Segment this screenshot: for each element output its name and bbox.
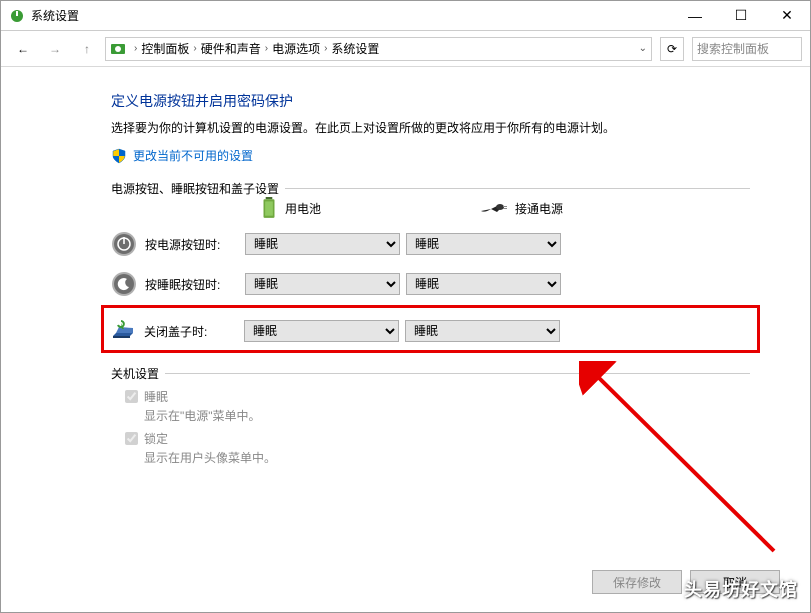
sleep-check-label: 睡眠 <box>144 390 168 404</box>
power-button-icon <box>111 231 137 257</box>
fieldset-legend: 电源按钮、睡眠按钮和盖子设置 <box>111 180 279 197</box>
lock-checkbox <box>125 432 138 445</box>
page-desc: 选择要为你的计算机设置的电源设置。在此页上对设置所做的更改将应用于你所有的电源计… <box>111 119 750 137</box>
maximize-button[interactable]: ☐ <box>718 1 764 31</box>
up-button[interactable]: ↑ <box>73 35 101 63</box>
titlebar: 系统设置 — ☐ ✕ <box>1 1 810 31</box>
navbar: ← → ↑ › 控制面板 › 硬件和声音 › 电源选项 › 系统设置 ⌄ ⟳ 搜… <box>1 31 810 67</box>
breadcrumb-item[interactable]: 硬件和声音 <box>201 40 261 57</box>
page-title: 定义电源按钮并启用密码保护 <box>111 91 750 111</box>
sleep-button-plugged-select[interactable]: 睡眠 <box>406 273 561 295</box>
search-input[interactable]: 搜索控制面板 <box>692 37 802 61</box>
column-plugged-label: 接通电源 <box>515 200 563 217</box>
power-options-icon <box>9 8 25 24</box>
breadcrumb-item[interactable]: 系统设置 <box>331 40 379 57</box>
breadcrumb-item[interactable]: 电源选项 <box>272 40 320 57</box>
sleep-checkbox <box>125 390 138 403</box>
lock-check-label: 锁定 <box>144 432 168 446</box>
main-content: 定义电源按钮并启用密码保护 选择要为你的计算机设置的电源设置。在此页上对设置所做… <box>1 67 810 466</box>
column-battery-label: 用电池 <box>285 200 321 217</box>
row-label: 按电源按钮时: <box>145 236 245 253</box>
row-label: 关闭盖子时: <box>144 323 244 340</box>
watermark: 头易坊好文馆 <box>684 576 798 602</box>
refresh-button[interactable]: ⟳ <box>660 37 684 61</box>
minimize-button[interactable]: — <box>672 1 718 31</box>
sleep-checkbox-row: 睡眠 显示在"电源"菜单中。 <box>125 388 750 424</box>
power-button-battery-select[interactable]: 睡眠 <box>245 233 400 255</box>
lock-check-sub: 显示在用户头像菜单中。 <box>144 449 276 466</box>
change-unavailable-link[interactable]: 更改当前不可用的设置 <box>133 147 253 164</box>
sleep-button-row: 按睡眠按钮时: 睡眠 睡眠 <box>111 271 750 297</box>
power-button-plugged-select[interactable]: 睡眠 <box>406 233 561 255</box>
save-button[interactable]: 保存修改 <box>592 570 682 594</box>
back-button[interactable]: ← <box>9 35 37 63</box>
address-bar[interactable]: › 控制面板 › 硬件和声音 › 电源选项 › 系统设置 ⌄ <box>105 37 652 61</box>
plug-icon <box>481 201 507 215</box>
close-button[interactable]: ✕ <box>764 1 810 31</box>
battery-icon <box>261 197 277 219</box>
sleep-button-icon <box>111 271 137 297</box>
power-button-row: 按电源按钮时: 睡眠 睡眠 <box>111 231 750 257</box>
shield-icon <box>111 148 127 164</box>
lid-close-highlight: 关闭盖子时: 睡眠 睡眠 <box>101 305 760 353</box>
row-label: 按睡眠按钮时: <box>145 276 245 293</box>
lid-close-icon <box>110 318 136 344</box>
forward-button[interactable]: → <box>41 35 69 63</box>
lock-checkbox-row: 锁定 显示在用户头像菜单中。 <box>125 430 750 466</box>
sleep-check-sub: 显示在"电源"菜单中。 <box>144 407 261 424</box>
lid-close-battery-select[interactable]: 睡眠 <box>244 320 399 342</box>
breadcrumb-item[interactable]: 控制面板 <box>141 40 189 57</box>
fieldset-legend: 关机设置 <box>111 365 159 382</box>
lid-close-plugged-select[interactable]: 睡眠 <box>405 320 560 342</box>
window-title: 系统设置 <box>31 7 672 24</box>
sleep-button-battery-select[interactable]: 睡眠 <box>245 273 400 295</box>
control-panel-icon <box>110 41 126 57</box>
lid-close-row: 关闭盖子时: 睡眠 睡眠 <box>110 318 751 344</box>
